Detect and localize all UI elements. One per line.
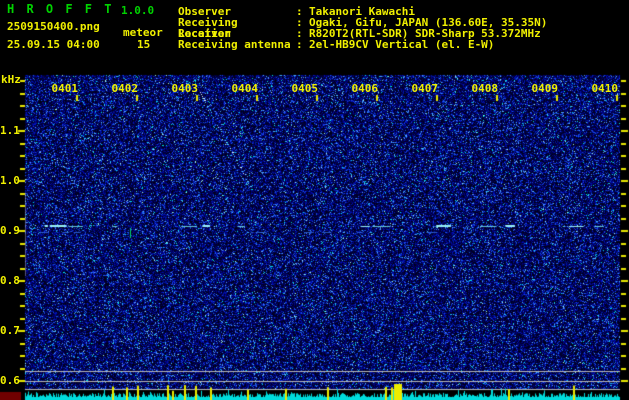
label-layer: H R O F F T 1.0.0 2509150400.png meteor … xyxy=(0,0,629,400)
meteor-count: 15 xyxy=(137,38,151,51)
time-tick-label: 0408 xyxy=(471,82,499,95)
freq-tick-label: 0.7 xyxy=(0,324,20,337)
info-value: 2el-HB9CV Vertical (el. E-W) xyxy=(309,38,495,51)
info-row: Receiving antenna:2el-HB9CV Vertical (el… xyxy=(178,39,547,50)
mode-label: meteor xyxy=(123,26,163,39)
freq-tick-label: 1.1 xyxy=(0,124,20,137)
freq-tick-label: 1.0 xyxy=(0,174,20,187)
freq-tick-label: 0.8 xyxy=(0,274,20,287)
time-tick-label: 0402 xyxy=(111,82,139,95)
khz-unit-label: kHz xyxy=(1,73,21,86)
time-tick-label: 0410 xyxy=(591,82,619,95)
freq-tick-label: 0.6 xyxy=(0,374,20,387)
time-tick-label: 0407 xyxy=(411,82,439,95)
app-title: H R O F F T xyxy=(7,2,114,16)
info-label: Receiving antenna xyxy=(178,38,291,51)
time-tick-label: 0401 xyxy=(51,82,79,95)
header-info: Observer: Takanori Kawachi Receiving Loca… xyxy=(178,6,547,50)
time-tick-label: 0406 xyxy=(351,82,379,95)
file-name: 2509150400.png xyxy=(7,20,100,33)
info-separator: : xyxy=(296,38,303,51)
time-tick-label: 0409 xyxy=(531,82,559,95)
time-tick-label: 0405 xyxy=(291,82,319,95)
datetime-label: 25.09.15 04:00 xyxy=(7,38,100,51)
app-version: 1.0.0 xyxy=(121,4,155,17)
hrofft-screen: H R O F F T 1.0.0 2509150400.png meteor … xyxy=(0,0,629,400)
time-tick-label: 0403 xyxy=(171,82,199,95)
time-tick-label: 0404 xyxy=(231,82,259,95)
freq-tick-label: 0.9 xyxy=(0,224,20,237)
